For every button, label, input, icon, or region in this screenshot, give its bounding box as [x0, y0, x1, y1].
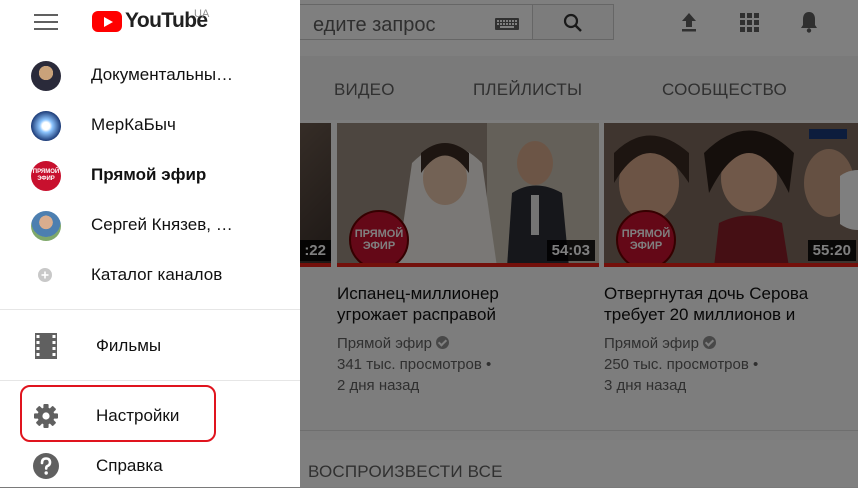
video-grid: :22 ПРЯМОЙ ЭФИР 54:03 ПРЯМОЙ ЭФИР 55:20 …: [300, 120, 858, 440]
video-channel[interactable]: Прямой эфир: [604, 333, 716, 354]
video-views: 341 тыс. просмотров •: [337, 356, 492, 373]
video-views: 250 тыс. просмотров •: [604, 356, 759, 373]
avatar: ПРЯМОЙ ЭФИР: [31, 161, 61, 191]
subscription-item[interactable]: Сергей Князев, …: [0, 202, 300, 248]
film-icon: [35, 333, 57, 359]
subscription-label: Сергей Князев, …: [91, 215, 233, 234]
section-divider: [300, 430, 858, 431]
guide-drawer: YouTube UA Документальны… МерКаБыч ПРЯМО…: [0, 0, 300, 487]
avatar: [31, 111, 61, 141]
subscription-label: МерКаБыч: [91, 115, 176, 134]
drawer-divider: [0, 309, 300, 310]
upload-icon[interactable]: [677, 10, 701, 34]
drawer-item-movies[interactable]: Фильмы: [0, 322, 300, 368]
logo-region: UA: [194, 8, 210, 20]
subscription-label: Документальны…: [91, 65, 234, 84]
keyboard-icon[interactable]: [495, 18, 519, 30]
browse-channels-item[interactable]: Каталог каналов: [0, 252, 300, 298]
video-age: 3 дня назад: [604, 377, 687, 394]
avatar: [31, 211, 61, 241]
help-icon: [33, 453, 59, 479]
verified-check-icon: [436, 336, 449, 349]
next-arrow-icon[interactable]: [840, 170, 858, 230]
video-thumbnail[interactable]: ПРЯМОЙ ЭФИР 54:03: [337, 123, 599, 267]
notifications-bell-icon[interactable]: [797, 10, 821, 34]
search-input[interactable]: едите запрос: [290, 4, 532, 40]
youtube-play-icon: [92, 11, 122, 32]
channel-badge: ПРЯМОЙ ЭФИР: [349, 210, 409, 267]
hamburger-menu-icon[interactable]: [34, 14, 58, 32]
search-button[interactable]: [532, 4, 614, 40]
movies-label: Фильмы: [96, 336, 162, 355]
video-title-line[interactable]: угрожает расправой: [337, 304, 496, 325]
video-duration: :22: [300, 240, 331, 261]
channel-name[interactable]: Прямой эфир: [337, 335, 432, 352]
drawer-item-help[interactable]: Справка: [0, 442, 300, 488]
subscription-item[interactable]: МерКаБыч: [0, 102, 300, 148]
progress-bar: [604, 263, 858, 267]
channel-badge: ПРЯМОЙ ЭФИР: [616, 210, 676, 267]
channel-tabs: ВИДЕО ПЛЕЙЛИСТЫ СООБЩЕСТВО: [300, 56, 858, 120]
drawer-divider: [0, 380, 300, 381]
channel-name[interactable]: Прямой эфир: [604, 335, 699, 352]
video-title-line[interactable]: Испанец-миллионер: [337, 283, 499, 304]
search-placeholder: едите запрос: [313, 14, 436, 36]
settings-highlight-annotation: [20, 385, 216, 442]
search-icon: [563, 13, 582, 32]
avatar: [31, 61, 61, 91]
video-age: 2 дня назад: [337, 377, 420, 394]
video-title-line[interactable]: требует 20 миллионов и: [604, 304, 795, 325]
tab-playlists[interactable]: ПЛЕЙЛИСТЫ: [473, 80, 582, 100]
video-channel[interactable]: Прямой эфир: [337, 333, 449, 354]
verified-check-icon: [703, 336, 716, 349]
help-label: Справка: [96, 456, 163, 475]
video-thumbnail[interactable]: ПРЯМОЙ ЭФИР 55:20: [604, 123, 858, 267]
tab-videos[interactable]: ВИДЕО: [334, 80, 395, 100]
add-circle-icon: [38, 268, 52, 282]
subscription-item[interactable]: ПРЯМОЙ ЭФИР Прямой эфир: [0, 152, 300, 198]
subscription-item[interactable]: Документальны…: [0, 52, 300, 98]
apps-grid-icon[interactable]: [737, 10, 761, 34]
video-duration: 55:20: [807, 240, 856, 261]
video-thumbnail[interactable]: :22: [300, 123, 331, 267]
video-title-line[interactable]: Отвергнутая дочь Серова: [604, 283, 808, 304]
video-duration: 54:03: [546, 240, 595, 261]
tab-community[interactable]: СООБЩЕСТВО: [662, 80, 787, 100]
play-all-button[interactable]: ВОСПРОИЗВЕСТИ ВСЕ: [308, 462, 503, 482]
subscription-label: Прямой эфир: [91, 165, 207, 184]
browse-channels-label: Каталог каналов: [91, 265, 223, 284]
progress-bar: [337, 263, 599, 267]
progress-bar: [300, 263, 331, 267]
